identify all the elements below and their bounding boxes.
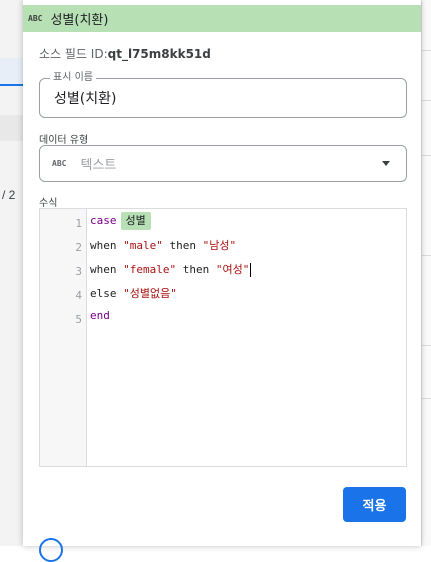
- line-number: 3: [75, 265, 82, 278]
- keyword-when: when: [90, 263, 117, 276]
- string-literal: "female": [123, 263, 177, 276]
- line-number: 2: [75, 241, 82, 254]
- background-app-right: [421, 0, 431, 546]
- data-type-select[interactable]: ABC 텍스트: [39, 145, 407, 182]
- source-field-label: 소스 필드 ID:: [39, 47, 108, 61]
- source-field-id: 소스 필드 ID:qt_l75m8kk51d: [39, 45, 211, 62]
- source-field-value: qt_l75m8kk51d: [107, 47, 211, 61]
- line-number: 5: [75, 313, 82, 326]
- background-divider: [422, 255, 431, 256]
- data-type-value: 텍스트: [80, 158, 117, 173]
- display-name-input[interactable]: 성별(치환): [54, 88, 116, 108]
- code-line: when "female" then "여성": [90, 261, 252, 277]
- line-number: 1: [75, 217, 82, 230]
- background-row: [0, 115, 23, 141]
- background-app-left: / 2: [0, 0, 23, 546]
- background-divider: [422, 345, 431, 346]
- background-page-fragment: / 2: [2, 188, 16, 202]
- background-divider: [422, 50, 431, 51]
- chevron-down-icon[interactable]: [382, 161, 390, 166]
- string-literal: "여성": [215, 263, 250, 276]
- text-type-icon: ABC: [28, 14, 43, 23]
- keyword-else: else: [90, 287, 117, 300]
- line-number: 4: [75, 289, 82, 302]
- data-type-label: 데이터 유형: [39, 135, 89, 146]
- keyword-end: end: [90, 309, 110, 322]
- panel-header: ABC 성별(치환): [23, 5, 421, 32]
- background-divider: [422, 155, 431, 156]
- string-literal: "성별없음": [123, 287, 177, 300]
- background-selected-row: [0, 58, 23, 86]
- text-cursor: [250, 263, 252, 277]
- field-chip[interactable]: 성별: [120, 212, 151, 230]
- keyword-then: then: [169, 239, 197, 252]
- string-literal: "male": [123, 239, 163, 252]
- code-line: end: [90, 309, 110, 322]
- line-number-gutter: 1 2 3 4 5: [40, 209, 87, 466]
- formula-label: 수식: [39, 198, 58, 209]
- display-name-field[interactable]: 표시 이름 성별(치환): [39, 72, 407, 118]
- formula-editor[interactable]: 1 2 3 4 5 case 성별 when "male" then "남성" w…: [39, 208, 407, 467]
- apply-button[interactable]: 적용: [343, 487, 406, 522]
- code-line: else "성별없음": [90, 285, 177, 301]
- code-line: when "male" then "남성": [90, 237, 236, 253]
- keyword-case: case: [90, 214, 117, 227]
- edit-field-panel: ABC 성별(치환) 소스 필드 ID:qt_l75m8kk51d 표시 이름 …: [23, 0, 421, 562]
- keyword-when: when: [90, 239, 117, 252]
- display-name-legend: 표시 이름: [50, 72, 96, 84]
- help-icon[interactable]: [39, 538, 63, 562]
- string-literal: "남성": [202, 239, 237, 252]
- keyword-then: then: [182, 263, 210, 276]
- background-divider: [422, 100, 431, 101]
- code-line: case 성별: [90, 212, 151, 230]
- text-type-icon: ABC: [52, 159, 67, 168]
- background-divider: [422, 398, 431, 399]
- panel-title: 성별(치환): [50, 13, 109, 28]
